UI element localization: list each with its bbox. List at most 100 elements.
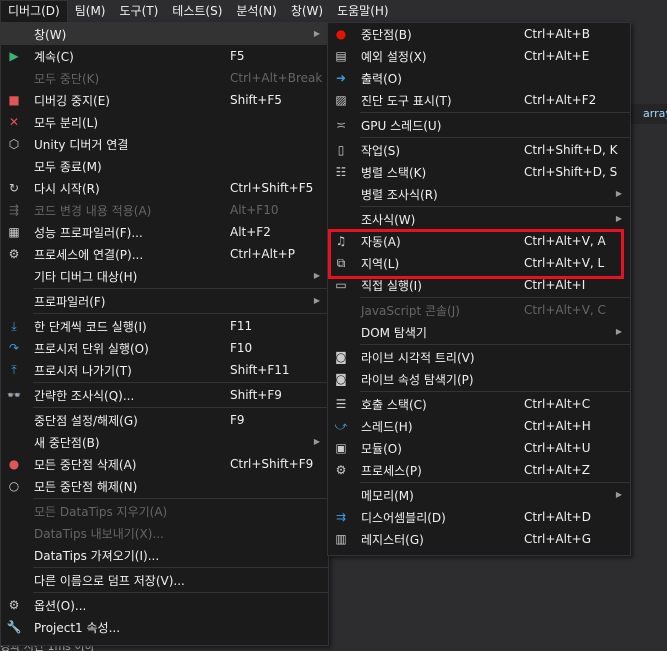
menu-item[interactable]: DataTips 가져오기(I)... [1, 544, 328, 566]
menu-icon-slot [329, 183, 353, 205]
menubar-item-5[interactable]: 창(W) [284, 0, 330, 22]
menu-item-label: 디버깅 중지(E) [34, 93, 110, 108]
menu-item[interactable]: ◙ 라이브 시각적 트리(V) [328, 346, 630, 368]
menu-item[interactable]: ⚙ 옵션(O)... [1, 594, 328, 616]
menu-item[interactable]: ▨ 진단 도구 표시(T) Ctrl+Alt+F2 [328, 89, 630, 111]
menu-item[interactable]: 다른 이름으로 덤프 저장(V)... [1, 569, 328, 591]
menu-item[interactable]: ● 중단점(B) Ctrl+Alt+B [328, 23, 630, 45]
menu-item[interactable]: ◙ 라이브 속성 탐색기(P) [328, 368, 630, 390]
menu-item[interactable]: 중단점 설정/해제(G) F9 [1, 409, 328, 431]
menubar-item-3[interactable]: 테스트(S) [165, 0, 229, 22]
menu-item[interactable]: ⬡ Unity 디버거 연결 [1, 133, 328, 155]
menu-item[interactable]: ⤻ 스레드(H) Ctrl+Alt+H [328, 415, 630, 437]
menu-item[interactable]: ≍ GPU 스레드(U) [328, 114, 630, 136]
menubar-item-4[interactable]: 분석(N) [229, 0, 283, 22]
menu-item[interactable]: 👓 간략한 조사식(Q)... Shift+F9 [1, 384, 328, 406]
menu-item-label: 계속(C) [34, 49, 74, 64]
locals-icon: ⧉ [336, 255, 346, 270]
menu-item-label: 중단점 설정/해제(G) [34, 413, 138, 428]
submenu-arrow-icon: ▶ [313, 271, 320, 280]
disable-breakpoints-icon: ○ [8, 479, 20, 493]
diagnostic-tools-icon: ▨ [335, 93, 347, 107]
unity-icon: ⬡ [8, 137, 20, 151]
menu-item[interactable]: ☰ 호출 스택(C) Ctrl+Alt+C [328, 393, 630, 415]
menu-icon-slot [2, 522, 26, 544]
menu-item-shortcut: Ctrl+Shift+F9 [230, 457, 314, 471]
menu-item[interactable]: ▤ 예외 설정(X) Ctrl+Alt+E [328, 45, 630, 67]
live-property-icon: ◙ [335, 372, 347, 386]
processes-icon: ⚙ [335, 463, 347, 477]
menu-item-label: 메모리(M) [361, 488, 414, 503]
menu-item[interactable]: ▦ 성능 프로파일러(F)... Alt+F2 [1, 221, 328, 243]
menu-item[interactable]: 기타 디버그 대상(H) ▶ [1, 265, 328, 287]
output-icon: ➜ [335, 71, 347, 85]
menu-separator [33, 313, 328, 314]
menubar-item-0[interactable]: 디버그(D) [0, 0, 68, 23]
menu-item[interactable]: ▥ 레지스터(G) Ctrl+Alt+G [328, 528, 630, 550]
menu-item[interactable]: ⤒ 프로시저 나가기(T) Shift+F11 [1, 359, 328, 381]
menu-item[interactable]: ⚙ 프로세스(P) Ctrl+Alt+Z [328, 459, 630, 481]
menu-item-shortcut: Ctrl+Alt+H [524, 419, 591, 433]
detach-icon: ✕ [8, 115, 20, 129]
gear-icon: ⚙ [8, 598, 20, 612]
menu-item-label: 다른 이름으로 덤프 저장(V)... [34, 573, 185, 588]
editor-tab-strip: array [629, 104, 667, 124]
menu-icon-slot [329, 299, 353, 321]
menu-item-shortcut: F11 [230, 319, 253, 333]
menu-item[interactable]: 새 중단점(B) ▶ [1, 431, 328, 453]
menu-item-label: DOM 탐색기 [361, 325, 427, 340]
attach-process-icon: ⚙ [8, 247, 20, 261]
submenu-arrow-icon: ▶ [615, 189, 622, 198]
menu-item[interactable]: ■ 디버깅 중지(E) Shift+F5 [1, 89, 328, 111]
menu-item[interactable]: 병렬 조사식(R) ▶ [328, 183, 630, 205]
menu-item[interactable]: ● 모든 중단점 삭제(A) Ctrl+Shift+F9 [1, 453, 328, 475]
menu-item[interactable]: ➜ 출력(O) [328, 67, 630, 89]
menu-item-label: 라이브 속성 탐색기(P) [361, 372, 474, 387]
menu-item[interactable]: ↷ 프로시저 단위 실행(O) F10 [1, 337, 328, 359]
delete-breakpoints-icon: ● [8, 457, 20, 471]
menu-item[interactable]: ▭ 직접 실행(I) Ctrl+Alt+I [328, 274, 630, 296]
menu-item[interactable]: 프로파일러(F) ▶ [1, 290, 328, 312]
menu-icon-slot [2, 544, 26, 566]
menu-item[interactable]: 모두 종료(M) [1, 155, 328, 177]
menu-item[interactable]: ⚙ 프로세스에 연결(P)... Ctrl+Alt+P [1, 243, 328, 265]
menu-item-label: GPU 스레드(U) [361, 118, 442, 133]
menu-item[interactable]: ⤓ 한 단계씩 코드 실행(I) F11 [1, 315, 328, 337]
menu-separator [360, 112, 630, 113]
gpu-threads-icon: ≍ [335, 118, 347, 132]
submenu-arrow-icon: ▶ [615, 490, 622, 499]
editor-tab-label[interactable]: array [643, 107, 667, 120]
registers-icon: ▥ [335, 532, 347, 546]
menu-icon-slot [329, 321, 353, 343]
menu-item-shortcut: Ctrl+Alt+P [230, 247, 295, 261]
menu-item-shortcut: Ctrl+Alt+B [524, 27, 590, 41]
menu-item[interactable]: 창(W) ▶ [1, 23, 328, 45]
menu-item[interactable]: ✕ 모두 분리(L) [1, 111, 328, 133]
menubar-item-6[interactable]: 도움말(H) [330, 0, 396, 22]
menu-item[interactable]: 🔧 Project1 속성... [1, 616, 328, 638]
menu-item[interactable]: ☷ 병렬 스택(K) Ctrl+Shift+D, S [328, 161, 630, 183]
menu-item[interactable]: ○ 모든 중단점 해제(N) [1, 475, 328, 497]
autos-icon: ♫ [335, 234, 347, 248]
menu-icon-slot [2, 569, 26, 591]
menu-item[interactable]: ▣ 모듈(O) Ctrl+Alt+U [328, 437, 630, 459]
menu-icon-slot [2, 290, 26, 312]
menu-item[interactable]: 메모리(M) ▶ [328, 484, 630, 506]
debug-menu: 창(W) ▶ ▶ 계속(C) F5 모두 중단(K) Ctrl+Alt+Break ■ 디버깅 … [0, 22, 329, 646]
menu-item[interactable]: ▶ 계속(C) F5 [1, 45, 328, 67]
menu-item[interactable]: ▯ 작업(S) Ctrl+Shift+D, K [328, 139, 630, 161]
menubar-item-2[interactable]: 도구(T) [113, 0, 166, 22]
menu-item[interactable]: ↻ 다시 시작(R) Ctrl+Shift+F5 [1, 177, 328, 199]
menu-item-label: 창(W) [34, 27, 67, 42]
menu-item[interactable]: DOM 탐색기 ▶ [328, 321, 630, 343]
menu-item-label: 프로파일러(F) [34, 294, 106, 309]
menu-item[interactable]: 조사식(W) ▶ [328, 208, 630, 230]
menubar-item-1[interactable]: 팀(M) [68, 0, 113, 22]
menu-item[interactable]: ⧉ 지역(L) Ctrl+Alt+V, L [328, 252, 630, 274]
menu-item[interactable]: ♫ 자동(A) Ctrl+Alt+V, A [328, 230, 630, 252]
menu-item-label: 모든 중단점 해제(N) [34, 479, 138, 494]
live-visual-tree-icon: ◙ [335, 350, 347, 364]
menu-item[interactable]: ⇉ 디스어셈블리(D) Ctrl+Alt+D [328, 506, 630, 528]
menu-icon-slot [2, 155, 26, 177]
menu-item-shortcut: F10 [230, 341, 253, 355]
